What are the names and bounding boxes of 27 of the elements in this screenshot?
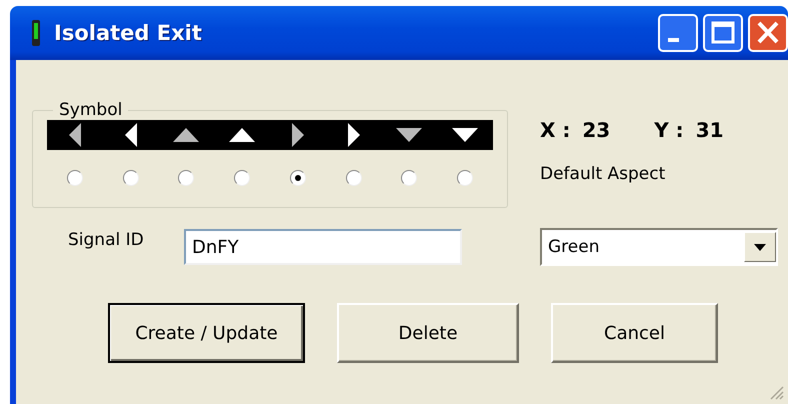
x-label: X :: [540, 118, 570, 142]
aspect-dropdown[interactable]: Green: [540, 228, 778, 266]
close-icon[interactable]: [748, 14, 788, 52]
cancel-button[interactable]: Cancel: [551, 303, 718, 363]
y-label: Y :: [654, 118, 684, 142]
signal-id-label: Signal ID: [68, 230, 145, 250]
create-update-button[interactable]: Create / Update: [108, 303, 305, 363]
signal-icon: [32, 20, 40, 46]
radio-button[interactable]: [290, 170, 306, 186]
minimize-icon[interactable]: [658, 14, 698, 52]
signal-id-field[interactable]: DnFY: [184, 229, 462, 265]
radio-button[interactable]: [234, 170, 250, 186]
radio-button[interactable]: [66, 170, 83, 186]
radio-button[interactable]: [346, 170, 362, 186]
radio-button[interactable]: [178, 170, 194, 186]
radio-button[interactable]: [457, 170, 474, 186]
default-aspect-label: Default Aspect: [540, 164, 666, 184]
caret-icon: [754, 244, 766, 250]
radio-button[interactable]: [401, 170, 418, 186]
window-title: Isolated Exit: [54, 21, 202, 45]
resize-grip-icon[interactable]: [768, 384, 784, 400]
maximize-icon[interactable]: [703, 14, 743, 52]
radio-button[interactable]: [122, 170, 139, 186]
delete-button[interactable]: Delete: [337, 303, 519, 363]
y-value: 31: [696, 118, 724, 142]
x-value: 23: [582, 118, 610, 142]
group-label: Symbol: [58, 100, 124, 120]
